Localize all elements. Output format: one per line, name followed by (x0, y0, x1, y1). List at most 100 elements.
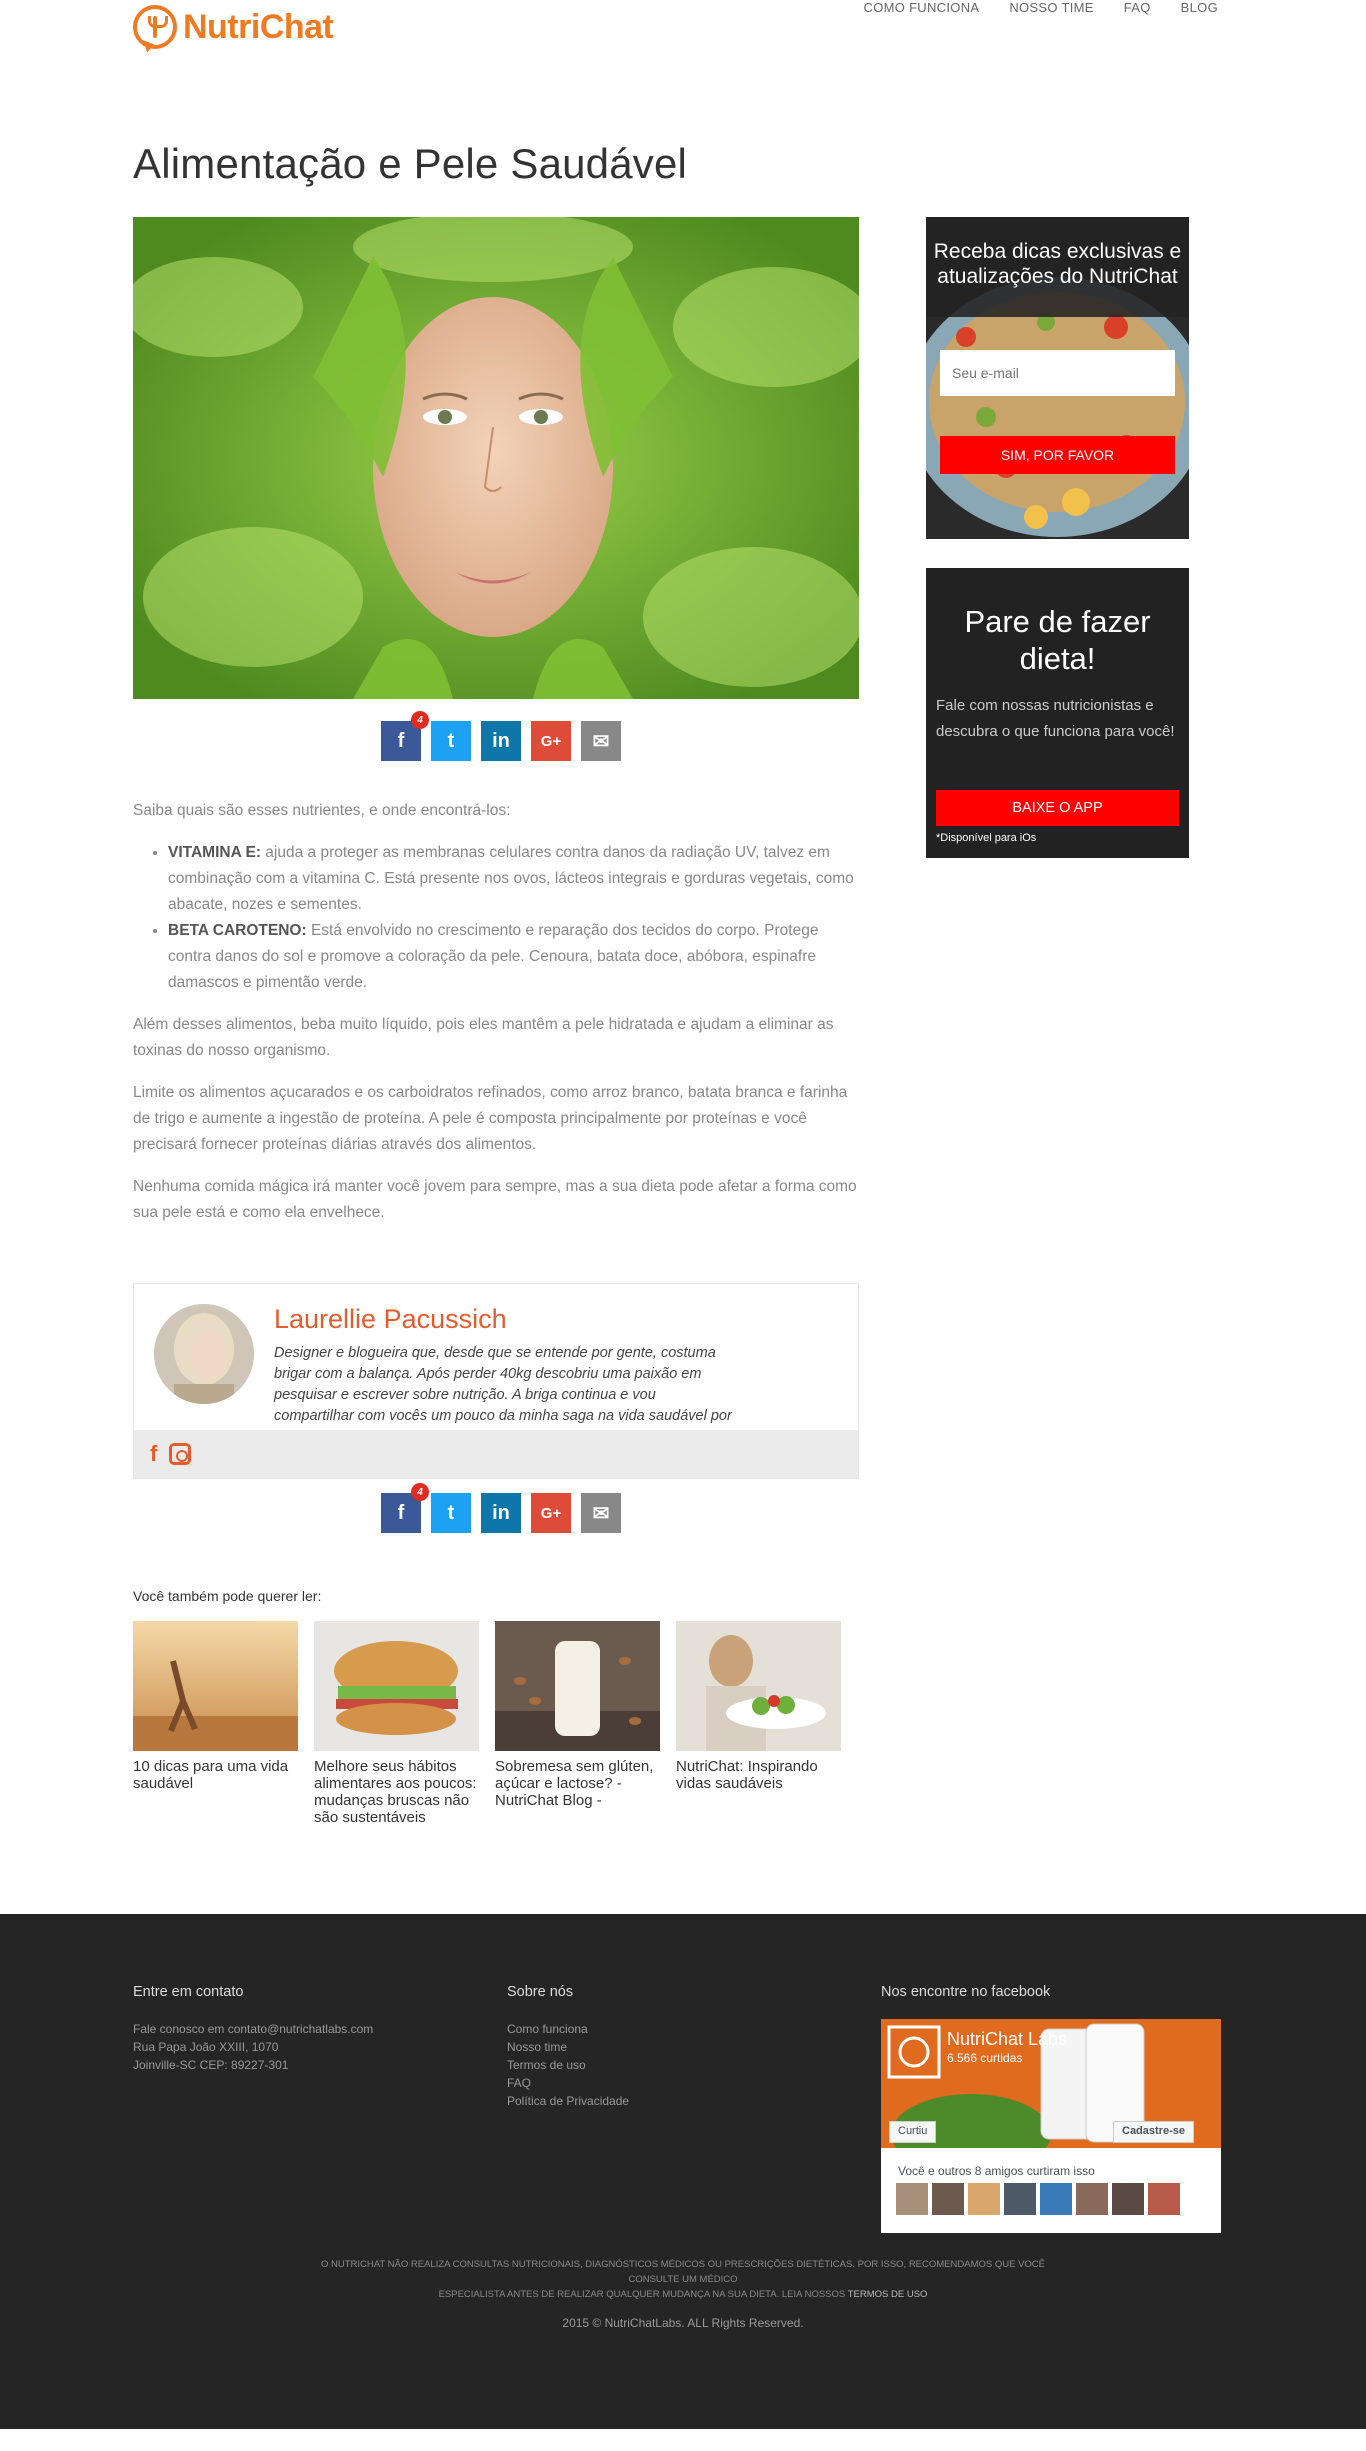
friend-avatar[interactable] (1148, 2183, 1180, 2215)
facebook-share-icon[interactable]: f4 (381, 711, 429, 761)
contact-city: Joinville-SC CEP: 89227-301 (133, 2058, 289, 2072)
facebook-liked-button[interactable]: Curtiu (889, 2121, 937, 2143)
linkedin-share-icon[interactable]: in (481, 1493, 521, 1533)
nutrient-list: VITAMINA E: ajuda a proteger as membrana… (168, 840, 859, 996)
page-title: Alimentação e Pele Saudável (133, 140, 688, 187)
friend-avatar[interactable] (932, 2183, 964, 2215)
list-item: BETA CAROTENO: Está envolvido no crescim… (168, 918, 859, 996)
instagram-icon[interactable] (169, 1443, 192, 1465)
facebook-friends-text: Você e outros 8 amigos curtiram isso (898, 2164, 1095, 2178)
facebook-friend-faces (896, 2183, 1180, 2215)
share-count-badge: 4 (411, 711, 429, 729)
facebook-page-widget: NutriChat Labs 6.566 curtidas Curtiu Cad… (881, 2019, 1221, 2233)
facebook-page-name[interactable]: NutriChat Labs (947, 2029, 1067, 2050)
avatar (154, 1304, 254, 1404)
author-box: Laurellie Pacussich Designer e blogueira… (133, 1283, 859, 1479)
related-post[interactable]: 10 dicas para uma vida saudável (133, 1621, 298, 1826)
app-promo-widget: Pare de fazer dieta! Fale com nossas nut… (926, 568, 1189, 858)
author-name[interactable]: Laurellie Pacussich (274, 1304, 507, 1335)
facebook-share-icon[interactable]: f4 (381, 1483, 429, 1533)
facebook-icon[interactable]: f (150, 1441, 157, 1467)
friend-avatar[interactable] (896, 2183, 928, 2215)
friend-avatar[interactable] (1040, 2183, 1072, 2215)
related-post-title: Melhore seus hábitos alimentares aos pou… (314, 1758, 477, 1826)
disclaimer-line: O NUTRICHAT NÃO REALIZA CONSULTAS NUTRIC… (320, 2259, 1046, 2285)
contact-email[interactable]: Fale conosco em contato@nutrichatlabs.co… (133, 2020, 373, 2038)
related-post-image (133, 1621, 298, 1751)
friend-avatar[interactable] (968, 2183, 1000, 2215)
email-input[interactable] (940, 350, 1175, 396)
disclaimer-line: ESPECIALISTA ANTES DE REALIZAR QUALQUER … (300, 2287, 1066, 2302)
related-post-image (495, 1621, 660, 1751)
logo[interactable]: NutriChat (133, 5, 334, 49)
list-text: ajuda a proteger as membranas celulares … (168, 844, 854, 913)
nav-nosso-time[interactable]: NOSSO TIME (1009, 0, 1093, 16)
nav-blog[interactable]: BLOG (1181, 0, 1218, 16)
facebook-cover: NutriChat Labs 6.566 curtidas Curtiu Cad… (881, 2019, 1221, 2148)
footer-link-privacidade[interactable]: Política de Privacidade (507, 2092, 629, 2110)
friend-avatar[interactable] (1004, 2183, 1036, 2215)
promo-text: Fale com nossas nutricionistas e descubr… (936, 697, 1175, 740)
facebook-signup-button[interactable]: Cadastre-se (1113, 2121, 1194, 2143)
related-heading: Você também pode querer ler: (133, 1588, 322, 1604)
share-count-badge: 4 (411, 1483, 429, 1501)
copyright: 2015 © NutriChatLabs. ALL Rights Reserve… (562, 2316, 804, 2330)
disclaimer-text: ESPECIALISTA ANTES DE REALIZAR QUALQUER … (438, 2289, 848, 2300)
footer-link-como-funciona[interactable]: Como funciona (507, 2020, 629, 2038)
logo-text: NutriChat (183, 7, 334, 46)
linkedin-share-icon[interactable]: in (481, 721, 521, 761)
twitter-share-icon[interactable]: t (431, 1493, 471, 1533)
email-share-icon[interactable]: ✉ (581, 721, 621, 761)
list-item: VITAMINA E: ajuda a proteger as membrana… (168, 840, 859, 918)
share-bar-top: f4 t in G+ ✉ (381, 711, 621, 761)
article-body: Saiba quais são esses nutrientes, e onde… (133, 798, 859, 1242)
facebook-likes: 6.566 curtidas (947, 2051, 1023, 2065)
twitter-share-icon[interactable]: t (431, 721, 471, 761)
friend-avatar[interactable] (1112, 2183, 1144, 2215)
main-nav: COMO FUNCIONA NOSSO TIME FAQ BLOG (864, 0, 1218, 16)
nav-faq[interactable]: FAQ (1124, 0, 1151, 16)
list-term: BETA CAROTENO: (168, 922, 307, 939)
footer-heading: Sobre nós (507, 1984, 574, 2000)
related-post-image (314, 1621, 479, 1751)
logo-icon (133, 5, 177, 49)
subscribe-button[interactable]: SIM, POR FAVOR (940, 436, 1175, 474)
footer-facebook: Nos encontre no facebook (881, 1984, 1050, 2020)
download-app-button[interactable]: BAIXE O APP (936, 790, 1179, 826)
footer-heading: Nos encontre no facebook (881, 1984, 1051, 2000)
googleplus-share-icon[interactable]: G+ (531, 1493, 571, 1533)
promo-title: Pare de fazer dieta! (964, 604, 1151, 676)
site-header: NutriChat COMO FUNCIONA NOSSO TIME FAQ B… (0, 0, 1366, 60)
terms-link[interactable]: TERMOS DE USO (848, 2289, 928, 2300)
related-post[interactable]: Melhore seus hábitos alimentares aos pou… (314, 1621, 479, 1826)
article-intro: Saiba quais são esses nutrientes, e onde… (133, 802, 511, 819)
list-term: VITAMINA E: (168, 844, 261, 861)
related-post[interactable]: NutriChat: Inspirando vidas saudáveis (676, 1621, 841, 1826)
article-paragraph: Nenhuma comida mágica irá manter você jo… (133, 1178, 857, 1221)
contact-address: Rua Papa João XXIII, 1070 (133, 2040, 279, 2054)
medical-disclaimer: O NUTRICHAT NÃO REALIZA CONSULTAS NUTRIC… (300, 2257, 1066, 2302)
related-posts: 10 dicas para uma vida saudável Melhore … (133, 1621, 841, 1826)
footer-contact: Entre em contato Fale conosco em contato… (133, 1984, 373, 2074)
footer-about: Sobre nós Como funciona Nosso time Termo… (507, 1984, 629, 2110)
related-post-title: 10 dicas para uma vida saudável (133, 1758, 289, 1792)
promo-note: *Disponível para iOs (936, 832, 1037, 844)
newsletter-title: Receba dicas exclusivas e atualizações d… (933, 240, 1182, 288)
footer-heading: Entre em contato (133, 1984, 244, 2000)
friend-avatar[interactable] (1076, 2183, 1108, 2215)
author-social: f (134, 1430, 858, 1478)
share-bar-bottom: f4 t in G+ ✉ (381, 1483, 621, 1533)
article-paragraph: Limite os alimentos açucarados e os carb… (133, 1084, 848, 1153)
related-post-image (676, 1621, 841, 1751)
nav-como-funciona[interactable]: COMO FUNCIONA (864, 0, 980, 16)
related-post[interactable]: Sobremesa sem glúten, açúcar e lactose? … (495, 1621, 660, 1826)
email-share-icon[interactable]: ✉ (581, 1493, 621, 1533)
related-post-title: Sobremesa sem glúten, açúcar e lactose? … (495, 1758, 654, 1809)
footer-link-nosso-time[interactable]: Nosso time (507, 2038, 629, 2056)
footer-link-faq[interactable]: FAQ (507, 2074, 629, 2092)
footer-link-termos[interactable]: Termos de uso (507, 2056, 629, 2074)
hero-image (133, 217, 859, 699)
related-post-title: NutriChat: Inspirando vidas saudáveis (676, 1758, 818, 1792)
googleplus-share-icon[interactable]: G+ (531, 721, 571, 761)
newsletter-widget: Receba dicas exclusivas e atualizações d… (926, 217, 1189, 539)
